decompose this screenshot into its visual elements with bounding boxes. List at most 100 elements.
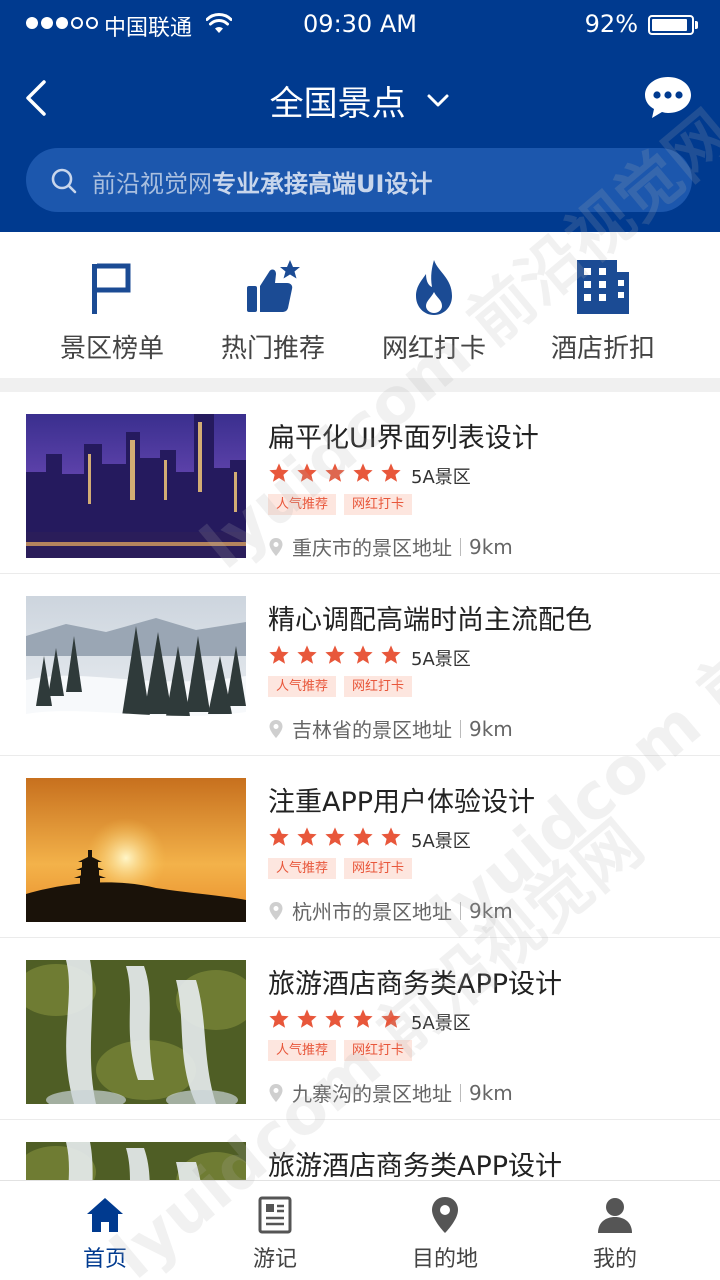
search-placeholder: 前沿视觉网专业承接高端UI设计	[92, 164, 432, 199]
category-label: 热门推荐	[220, 334, 325, 364]
star-icon	[381, 645, 401, 664]
category-label: 网红打卡	[381, 334, 486, 364]
category-label: 景区榜单	[59, 334, 164, 364]
page-title: 全国景点	[269, 84, 406, 124]
list-item[interactable]: 旅游酒店商务类APP设计	[0, 1120, 720, 1180]
tag-group: 人气推荐 网红打卡	[268, 858, 413, 879]
tag-group: 人气推荐 网红打卡	[268, 1040, 413, 1061]
list-item[interactable]: 精心调配高端时尚主流配色 5A景区 人气推荐 网红打卡 吉林省的景区地址 9km	[0, 574, 720, 756]
divider	[460, 1083, 461, 1102]
tag-checkin: 网红打卡	[344, 1040, 413, 1061]
region-selector[interactable]: 全国景点	[0, 76, 720, 125]
category-influencer-checkin[interactable]: 网红打卡	[344, 232, 524, 378]
divider	[460, 901, 461, 920]
location-row: 杭州市的景区地址 9km	[268, 896, 513, 925]
location-pin-icon	[269, 537, 283, 556]
tab-label: 首页	[82, 1247, 127, 1272]
star-icon	[353, 463, 373, 482]
tag-checkin: 网红打卡	[344, 494, 413, 515]
location-pin-icon	[269, 719, 283, 738]
status-bar: 中国联通 09:30 AM 92%	[0, 0, 720, 50]
tab-profile[interactable]: 我的	[530, 1181, 700, 1280]
tab-travel-notes[interactable]: 游记	[190, 1181, 360, 1280]
section-divider	[0, 378, 720, 392]
item-address: 九寨沟的景区地址	[292, 1082, 452, 1106]
item-title: 扁平化UI界面列表设计	[268, 423, 539, 454]
star-icon	[381, 1009, 401, 1028]
tab-destination[interactable]: 目的地	[360, 1181, 530, 1280]
location-row: 吉林省的景区地址 9km	[268, 714, 513, 743]
category-grid: 景区榜单 热门推荐 网红打卡 酒店折扣	[0, 232, 720, 378]
star-icon	[325, 827, 345, 846]
star-icon	[269, 463, 289, 482]
scenic-grade: 5A景区	[411, 649, 471, 670]
flag-icon	[92, 263, 131, 314]
scenic-list[interactable]: 扁平化UI界面列表设计 5A景区 人气推荐 网红打卡 重庆市的景区地址 9km	[0, 392, 720, 1180]
user-icon	[598, 1198, 632, 1233]
item-title: 精心调配高端时尚主流配色	[268, 605, 592, 636]
sunset-pagoda-image	[26, 778, 246, 922]
star-icon	[297, 463, 317, 482]
tag-group: 人气推荐 网红打卡	[268, 494, 413, 515]
location-row: 重庆市的景区地址 9km	[268, 532, 513, 561]
category-hot-recommend[interactable]: 热门推荐	[183, 232, 363, 378]
star-icon	[325, 463, 345, 482]
star-icon	[297, 645, 317, 664]
star-icon	[325, 1009, 345, 1028]
battery-fill	[652, 19, 687, 31]
star-icon	[381, 463, 401, 482]
star-rating	[268, 462, 408, 484]
home-icon	[87, 1198, 123, 1232]
category-label: 酒店折扣	[550, 334, 655, 364]
star-icon	[381, 827, 401, 846]
divider	[460, 719, 461, 738]
waterfall-image	[26, 960, 246, 1104]
category-scenic-ranking[interactable]: 景区榜单	[22, 232, 202, 378]
scenic-grade: 5A景区	[411, 1013, 471, 1034]
tag-popular: 人气推荐	[268, 1040, 337, 1061]
star-icon	[353, 645, 373, 664]
search-input[interactable]: 前沿视觉网专业承接高端UI设计	[26, 148, 692, 212]
header: 中国联通 09:30 AM 92% 全国景点 前沿视觉网专业承接高端UI设计	[0, 0, 720, 232]
star-icon	[353, 1009, 373, 1028]
list-item[interactable]: 旅游酒店商务类APP设计 5A景区 人气推荐 网红打卡 九寨沟的景区地址 9km	[0, 938, 720, 1120]
list-item[interactable]: 注重APP用户体验设计 5A景区 人气推荐 网红打卡 杭州市的景区地址 9km	[0, 756, 720, 938]
tab-label: 目的地	[411, 1247, 478, 1272]
tag-group: 人气推荐 网红打卡	[268, 676, 413, 697]
search-placeholder-prefix: 前沿视觉网	[92, 170, 212, 198]
nav-bar: 全国景点	[0, 58, 720, 138]
thumbs-up-star-icon	[247, 260, 300, 312]
item-address: 杭州市的景区地址	[292, 900, 452, 924]
search-placeholder-strong: 专业承接高端UI设计	[212, 170, 433, 198]
star-rating	[268, 1008, 408, 1030]
location-pin-icon	[269, 901, 283, 920]
location-row: 九寨沟的景区地址 9km	[268, 1078, 513, 1107]
notes-icon	[258, 1196, 292, 1234]
star-rating	[268, 644, 408, 666]
star-icon	[353, 827, 373, 846]
item-distance: 9km	[469, 534, 513, 559]
tag-popular: 人气推荐	[268, 858, 337, 879]
star-icon	[269, 1009, 289, 1028]
building-icon	[577, 260, 629, 314]
tab-label: 我的	[592, 1247, 637, 1272]
chevron-down-icon	[427, 94, 449, 106]
star-icon	[325, 645, 345, 664]
city-night-image	[26, 414, 246, 558]
list-item[interactable]: 扁平化UI界面列表设计 5A景区 人气推荐 网红打卡 重庆市的景区地址 9km	[0, 392, 720, 574]
star-icon	[297, 827, 317, 846]
item-title: 注重APP用户体验设计	[268, 787, 536, 818]
tag-checkin: 网红打卡	[344, 676, 413, 697]
tag-checkin: 网红打卡	[344, 858, 413, 879]
item-distance: 9km	[469, 898, 513, 923]
category-hotel-discount[interactable]: 酒店折扣	[513, 232, 693, 378]
divider	[460, 537, 461, 556]
star-rating	[268, 826, 408, 848]
message-bubble-icon[interactable]	[642, 74, 694, 120]
waterfall-image	[26, 1142, 246, 1180]
tag-popular: 人气推荐	[268, 676, 337, 697]
fire-icon	[416, 260, 452, 315]
star-icon	[269, 827, 289, 846]
tab-home[interactable]: 首页	[20, 1181, 190, 1280]
item-title: 旅游酒店商务类APP设计	[268, 969, 563, 1000]
